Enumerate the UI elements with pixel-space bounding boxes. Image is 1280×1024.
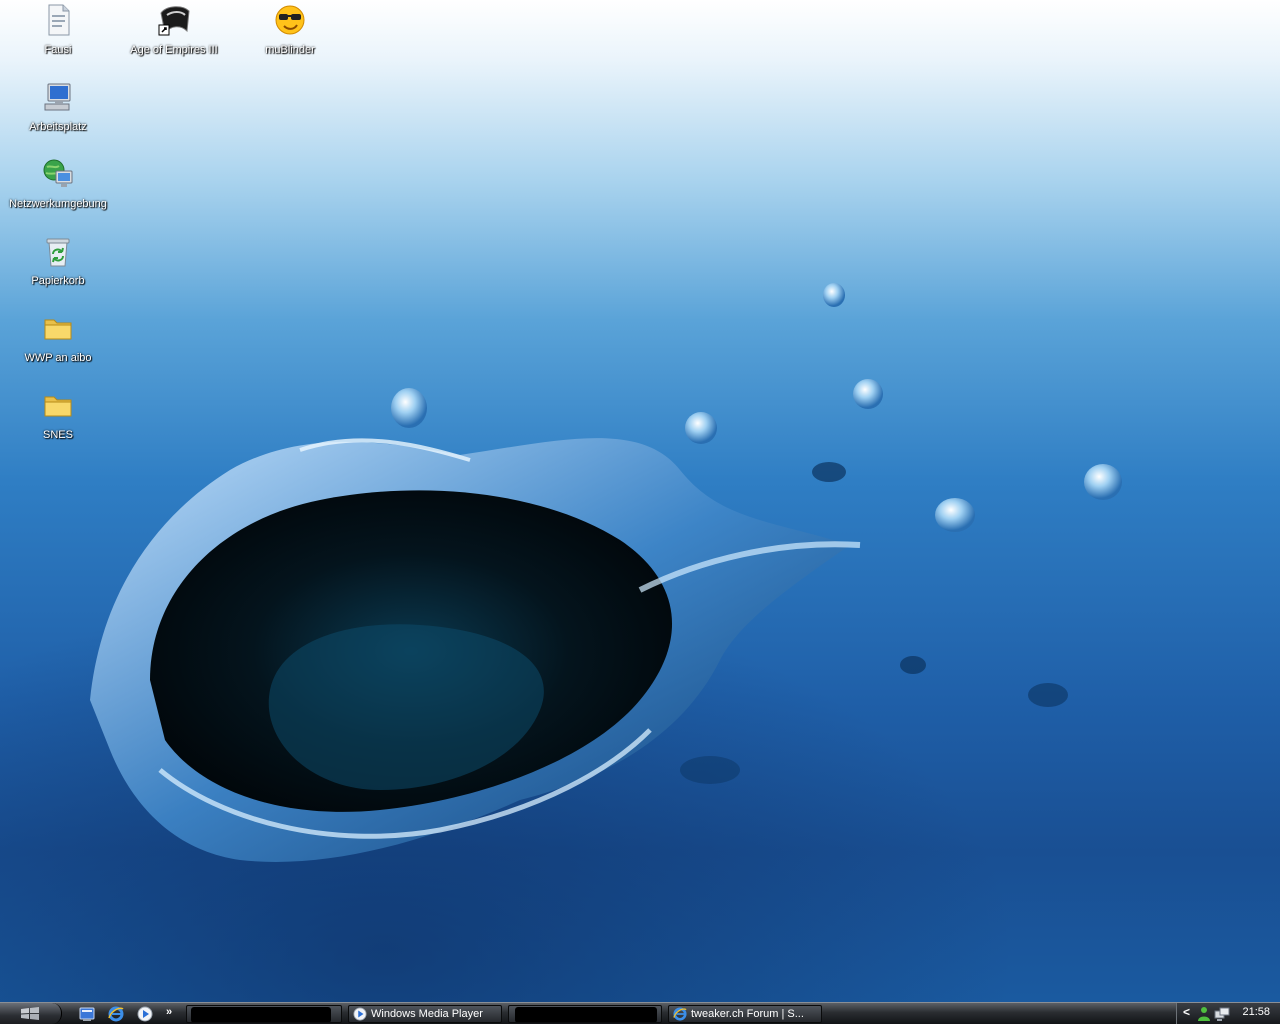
taskbar: » Windows Media Player tweaker.ch Forum …: [0, 1002, 1280, 1024]
system-tray: < 21:58: [1176, 1003, 1280, 1024]
recycle-bin-icon: [46, 238, 70, 267]
desktop-icon-mublinder[interactable]: muBlinder: [235, 3, 345, 58]
media-player-icon: [353, 1007, 367, 1021]
desktop-icon-fausi[interactable]: Fausi: [3, 3, 113, 58]
task-button-label: tweaker.ch Forum | S...: [691, 1008, 804, 1020]
desktop-icon-label: Age of Empires III: [130, 44, 218, 56]
desktop-icon-label: WWP an aibo: [24, 352, 92, 364]
desktop-icon-label: muBlinder: [265, 44, 315, 56]
desktop: Fausi Age of Empires III muBlinder Arbei…: [0, 0, 1280, 1002]
tray-expand-button[interactable]: <: [1183, 1005, 1190, 1019]
desktop-icon-label: Fausi: [44, 44, 72, 56]
internet-explorer-icon: [673, 1007, 687, 1021]
wallpaper-splash: [90, 283, 1122, 862]
desktop-icon-age-of-empires-iii[interactable]: Age of Empires III: [119, 3, 229, 58]
redacted-block: [515, 1007, 657, 1022]
task-button-windows-media-player[interactable]: Windows Media Player: [348, 1005, 502, 1023]
messenger-icon[interactable]: [1197, 1006, 1211, 1022]
my-computer-icon: [44, 83, 71, 111]
task-button-redacted-2[interactable]: [508, 1005, 662, 1023]
desktop-icon-papierkorb[interactable]: Papierkorb: [3, 234, 113, 289]
redacted-block: [191, 1007, 331, 1022]
windows-logo-icon: [21, 1007, 39, 1020]
clock[interactable]: 21:58: [1242, 1006, 1270, 1018]
smiley-sunglasses-icon: [275, 5, 305, 35]
folder-icon: [44, 396, 72, 417]
document-icon: [48, 4, 70, 36]
media-player-icon[interactable]: [137, 1006, 153, 1022]
folder-icon: [44, 319, 72, 340]
desktop-icon-snes[interactable]: SNES: [3, 388, 113, 443]
game-shortcut-icon: [158, 6, 190, 36]
task-button-label: Windows Media Player: [371, 1008, 483, 1020]
internet-explorer-icon[interactable]: [108, 1006, 124, 1022]
desktop-icon-netzwerkumgebung[interactable]: Netzwerkumgebung: [3, 157, 113, 212]
quick-launch-more-button[interactable]: »: [166, 1006, 172, 1018]
start-button[interactable]: [0, 1003, 62, 1024]
task-button-redacted-1[interactable]: [186, 1005, 342, 1023]
desktop-icon-label: Arbeitsplatz: [29, 121, 87, 133]
task-button-tweaker-forum[interactable]: tweaker.ch Forum | S...: [668, 1005, 822, 1023]
show-desktop-icon[interactable]: [79, 1006, 95, 1022]
desktop-icon-label: Papierkorb: [31, 275, 85, 287]
network-places-icon: [43, 159, 73, 187]
desktop-icon-label: Netzwerkumgebung: [9, 198, 107, 210]
network-icon[interactable]: [1214, 1006, 1230, 1022]
desktop-icon-arbeitsplatz[interactable]: Arbeitsplatz: [3, 80, 113, 135]
desktop-icon-label: SNES: [43, 429, 73, 441]
desktop-icon-wwp-an-aibo[interactable]: WWP an aibo: [3, 311, 113, 366]
